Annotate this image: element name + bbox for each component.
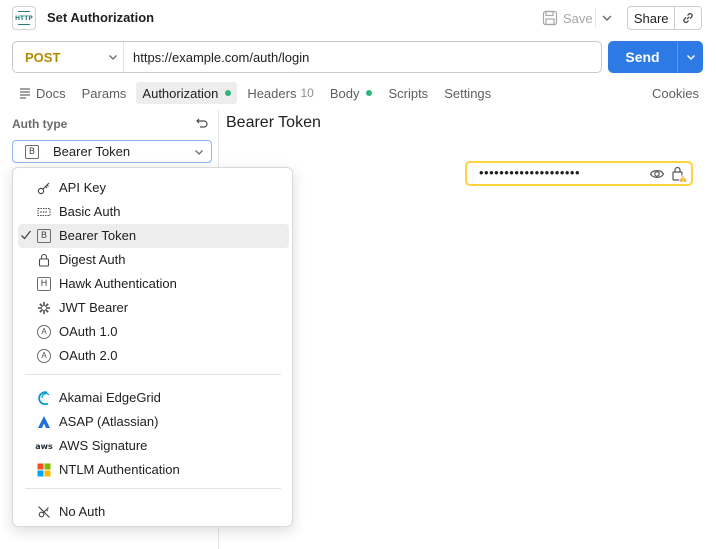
auth-type-label: Auth type [12,117,68,131]
divider [595,8,596,28]
microsoft-icon [37,463,51,477]
basic-auth-icon [37,205,51,219]
menu-item-label: API Key [59,180,106,195]
menu-item-oauth-1[interactable]: A OAuth 1.0 [18,320,289,344]
tab-label: Body [329,85,360,101]
send-button-group: Send [608,41,703,73]
menu-item-jwt-bearer[interactable]: JWT Bearer [18,296,289,320]
request-url-bar: POST https://example.com/auth/login [12,41,602,73]
aws-icon: aws [35,441,53,451]
http-request-icon: HTTP [12,6,36,30]
atlassian-icon [37,415,51,429]
jwt-icon [37,301,51,315]
tab-label: Headers [247,85,297,101]
menu-item-label: No Auth [59,504,106,519]
save-button[interactable]: Save [540,6,596,30]
key-icon [37,181,51,195]
menu-item-label: Bearer Token [59,228,137,243]
headers-count-badge: 10 [300,86,314,100]
tab-settings[interactable]: Settings [438,82,497,104]
oauth2-icon: A [37,349,51,363]
akamai-icon [37,391,51,405]
menu-item-basic-auth[interactable]: Basic Auth [18,200,289,224]
save-label: Save [563,10,593,26]
status-dot [225,90,232,96]
no-auth-icon [37,505,51,519]
menu-item-label: Akamai EdgeGrid [59,390,161,405]
menu-item-label: Basic Auth [59,204,121,219]
cookies-link[interactable]: Cookies [652,86,699,101]
tab-label: Params [81,85,127,101]
auth-type-select[interactable]: B Bearer Token [12,140,212,163]
menu-item-label: OAuth 2.0 [59,348,118,363]
tab-params[interactable]: Params [76,82,133,104]
menu-item-label: ASAP (Atlassian) [59,414,159,429]
lock-icon [37,253,51,267]
link-icon [683,12,693,24]
menu-divider [25,488,281,489]
copy-link-button[interactable] [675,7,701,29]
chevron-down-icon [686,55,695,60]
method-label: POST [25,49,61,65]
request-title[interactable]: Set Authorization [47,10,154,25]
auth-type-menu: API Key Basic Auth B Bearer Token Digest… [12,167,293,527]
menu-item-no-auth[interactable]: No Auth [18,500,289,524]
chevron-down-icon [109,55,117,60]
menu-item-label: JWT Bearer [59,300,129,315]
menu-item-akamai-edgegrid[interactable]: Akamai EdgeGrid [18,386,289,410]
share-button[interactable]: Share [628,7,676,29]
token-input[interactable]: •••••••••••••••••••• [465,161,693,186]
tab-headers[interactable]: Headers 10 [241,82,320,104]
menu-item-asap-atlassian[interactable]: ASAP (Atlassian) [18,410,289,434]
tab-label: Docs [36,85,66,101]
auth-type-value: Bearer Token [53,144,131,159]
bearer-token-icon: B [37,229,51,243]
save-icon [542,10,558,26]
menu-item-label: AWS Signature [59,438,148,453]
tab-scripts[interactable]: Scripts [382,82,434,104]
chevron-down-icon [195,150,203,155]
menu-divider [25,374,281,375]
menu-item-label: Hawk Authentication [59,276,177,291]
tab-docs[interactable]: Docs [12,82,72,104]
chevron-down-icon[interactable] [600,11,614,25]
send-button[interactable]: Send [608,41,678,73]
divider [123,42,124,72]
tab-body[interactable]: Body [324,82,379,104]
token-value: •••••••••••••••••••• [479,165,581,180]
tab-label: Scripts [388,85,429,101]
menu-item-label: OAuth 1.0 [59,324,118,339]
tab-label: Settings [444,85,492,101]
menu-item-digest-auth[interactable]: Digest Auth [18,248,289,272]
menu-item-hawk-authentication[interactable]: H Hawk Authentication [18,272,289,296]
docs-icon [20,88,30,99]
lock-warning-icon[interactable] [670,165,688,183]
menu-item-ntlm-authentication[interactable]: NTLM Authentication [18,458,289,482]
auth-section-title: Bearer Token [226,114,321,131]
request-header: HTTP Set Authorization Save Share [0,0,716,36]
oauth1-icon: A [37,325,51,339]
request-tabs: Docs Params Authorization Headers 10 Bod… [12,82,501,104]
menu-item-label: Digest Auth [59,252,126,267]
url-input[interactable]: https://example.com/auth/login [133,42,309,72]
menu-item-label: NTLM Authentication [59,462,180,477]
tab-label: Authorization [142,85,219,101]
status-dot [366,90,373,96]
reset-icon[interactable] [195,116,209,130]
menu-item-bearer-token[interactable]: B Bearer Token [18,224,289,248]
eye-icon[interactable] [649,166,665,182]
send-options-button[interactable] [678,41,703,73]
bearer-token-icon: B [25,144,39,159]
hawk-icon: H [37,277,51,291]
share-button-group: Share [627,6,702,30]
menu-item-aws-signature[interactable]: aws AWS Signature [18,434,289,458]
tab-authorization[interactable]: Authorization [136,82,238,104]
menu-item-oauth-2[interactable]: A OAuth 2.0 [18,344,289,368]
menu-item-api-key[interactable]: API Key [18,176,289,200]
checkmark-icon [21,230,32,240]
